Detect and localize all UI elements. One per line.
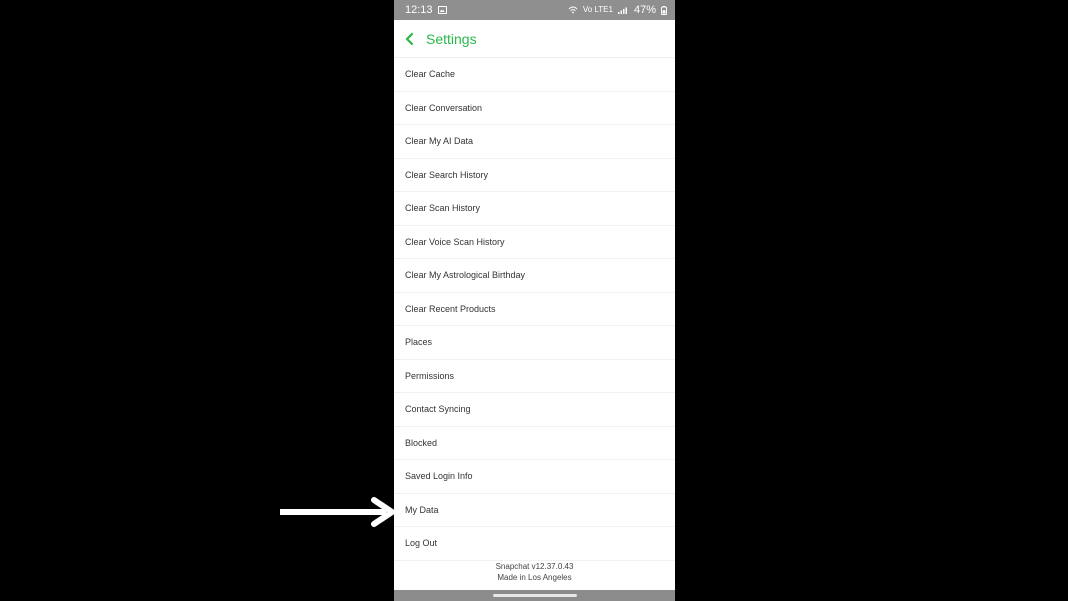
- status-time: 12:13: [405, 4, 433, 16]
- chevron-left-icon[interactable]: [402, 31, 418, 47]
- settings-list: Clear Cache Clear Conversation Clear My …: [394, 58, 675, 561]
- network-label: Vo LTE1: [582, 5, 613, 14]
- signal-icon: [617, 6, 629, 14]
- settings-item-clear-voice-scan-history[interactable]: Clear Voice Scan History: [394, 226, 675, 259]
- navigation-bar: [394, 590, 675, 601]
- settings-item-contact-syncing[interactable]: Contact Syncing: [394, 393, 675, 427]
- status-right: Vo LTE1 47%: [568, 4, 667, 16]
- settings-header: Settings: [394, 20, 675, 58]
- settings-item-log-out[interactable]: Log Out: [394, 527, 675, 561]
- settings-item-clear-conversation[interactable]: Clear Conversation: [394, 92, 675, 125]
- made-in-text: Made in Los Angeles: [497, 573, 572, 582]
- battery-percent: 47%: [633, 4, 656, 16]
- video-stage: 12:13 Vo LTE1 47% Settings Clear Cache C…: [0, 0, 1068, 601]
- settings-item-saved-login-info[interactable]: Saved Login Info: [394, 460, 675, 494]
- phone-screen: 12:13 Vo LTE1 47% Settings Clear Cache C…: [394, 0, 675, 601]
- settings-item-permissions[interactable]: Permissions: [394, 360, 675, 393]
- settings-item-places[interactable]: Places: [394, 326, 675, 360]
- battery-icon: [661, 5, 667, 15]
- version-text: Snapchat v12.37.0.43: [495, 562, 574, 571]
- settings-item-clear-my-astrological-birthday[interactable]: Clear My Astrological Birthday: [394, 259, 675, 293]
- page-title: Settings: [426, 30, 477, 47]
- settings-item-clear-cache[interactable]: Clear Cache: [394, 58, 675, 92]
- settings-item-blocked[interactable]: Blocked: [394, 427, 675, 460]
- wifi-icon: [568, 6, 578, 14]
- right-arrow-icon: [280, 497, 395, 527]
- gallery-icon: [437, 6, 447, 14]
- settings-item-clear-scan-history[interactable]: Clear Scan History: [394, 192, 675, 226]
- settings-item-clear-recent-products[interactable]: Clear Recent Products: [394, 293, 675, 326]
- status-bar: 12:13 Vo LTE1 47%: [394, 0, 675, 20]
- settings-item-clear-my-ai-data[interactable]: Clear My AI Data: [394, 125, 675, 159]
- app-footer: Snapchat v12.37.0.43 Made in Los Angeles: [394, 561, 675, 583]
- status-left: 12:13: [405, 4, 447, 16]
- settings-item-my-data[interactable]: My Data: [394, 494, 675, 527]
- settings-item-clear-search-history[interactable]: Clear Search History: [394, 159, 675, 192]
- home-indicator[interactable]: [492, 594, 577, 597]
